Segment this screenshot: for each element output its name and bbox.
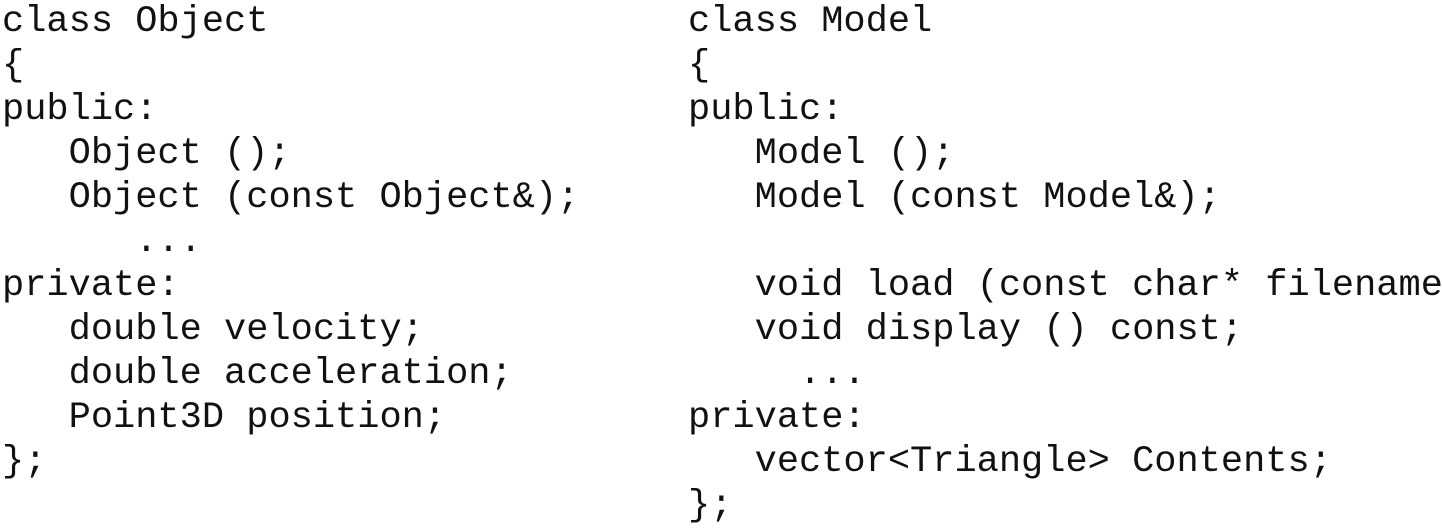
code-line: }; xyxy=(688,485,733,527)
model-class-code: class Model { public: Model (); Model (c… xyxy=(688,0,1442,528)
code-line: private: xyxy=(2,265,180,307)
code-line: ... xyxy=(688,353,866,395)
code-line: vector<Triangle> Contents; xyxy=(688,441,1332,483)
code-line: { xyxy=(688,45,711,87)
code-line: Model (); xyxy=(688,133,955,175)
code-line: void load (const char* filename); xyxy=(688,265,1442,307)
code-line: }; xyxy=(2,441,47,483)
code-line: Object (const Object&); xyxy=(2,177,580,219)
code-line: Object (); xyxy=(2,133,291,175)
code-line: public: xyxy=(688,89,844,131)
code-line: void display () const; xyxy=(688,309,1244,351)
code-line: Point3D position; xyxy=(2,397,447,439)
object-class-code: class Object { public: Object (); Object… xyxy=(2,0,579,484)
code-line: { xyxy=(2,45,25,87)
code-line: class Model xyxy=(688,1,933,43)
code-line: double velocity; xyxy=(2,309,424,351)
code-line: double acceleration; xyxy=(2,353,513,395)
code-line: Model (const Model&); xyxy=(688,177,1221,219)
code-line: ... xyxy=(2,221,202,263)
code-line: private: xyxy=(688,397,866,439)
code-line: class Object xyxy=(2,1,269,43)
code-line: public: xyxy=(2,89,158,131)
